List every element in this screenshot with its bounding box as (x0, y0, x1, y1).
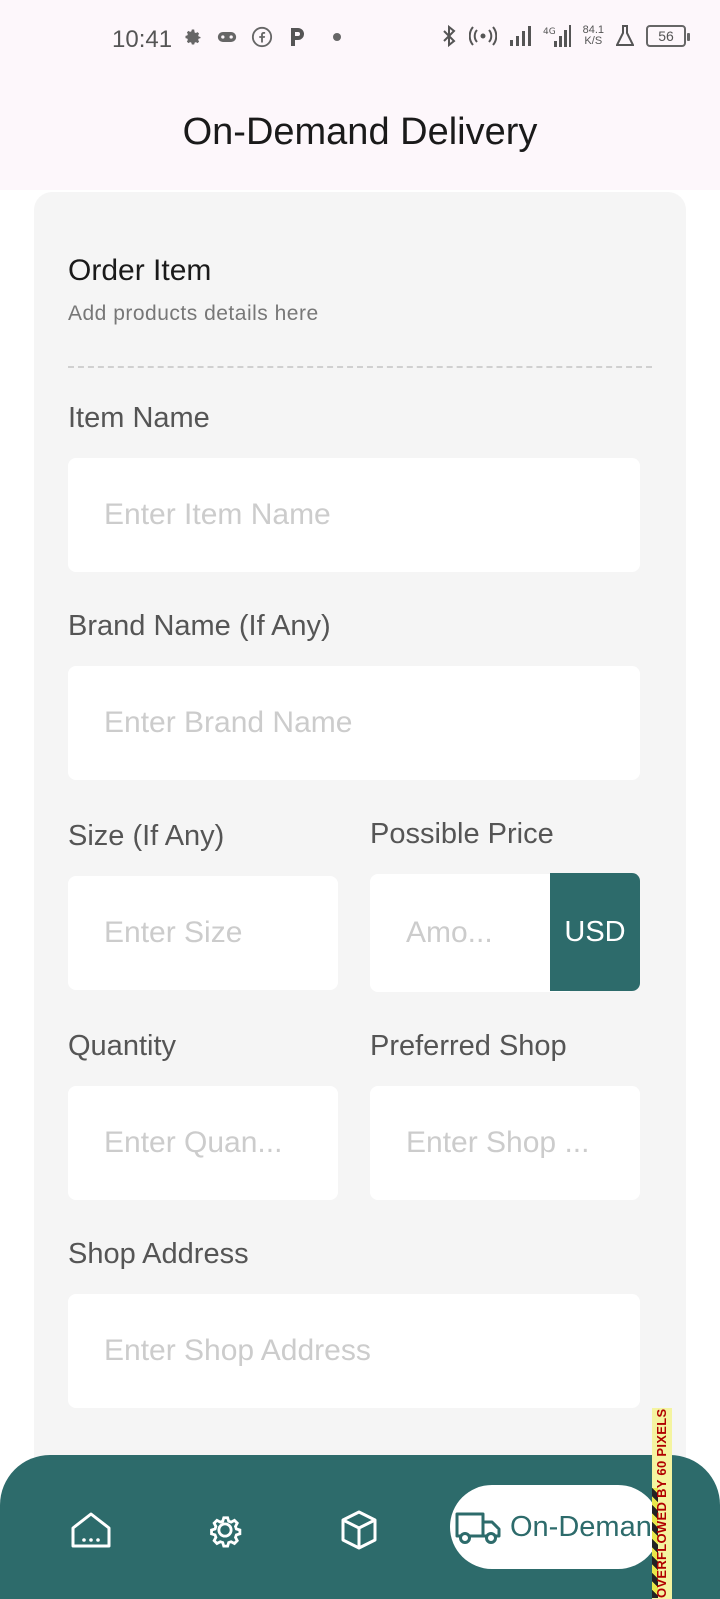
network-speed: 84.1 K/S (582, 24, 604, 47)
currency-usd-button[interactable]: USD (550, 873, 640, 991)
size-label: Size (If Any) (68, 820, 225, 852)
size-input[interactable]: Enter Size (68, 876, 338, 990)
truck-icon (454, 1508, 502, 1546)
status-right-icons: 4G 84.1 K/S 56 (441, 24, 690, 48)
facebook-icon (251, 26, 273, 48)
settings-icon[interactable] (202, 1507, 248, 1553)
quantity-input[interactable]: Enter Quan... (68, 1086, 338, 1200)
status-bar: 10:41 4G 84.1 K/S 56 (0, 0, 720, 80)
dot-icon (333, 33, 341, 41)
flask-icon (616, 25, 634, 47)
status-time: 10:41 (112, 26, 173, 53)
battery-level: 56 (658, 28, 674, 44)
price-label: Possible Price (370, 818, 554, 850)
preferred-shop-label: Preferred Shop (370, 1030, 567, 1062)
brand-name-label: Brand Name (If Any) (68, 610, 331, 642)
on-demand-tab-label: On-Deman (510, 1510, 652, 1543)
battery-icon: 56 (646, 25, 690, 47)
overflow-warning-text: OVERFLOWED BY 60 PIXELS (654, 1408, 669, 1598)
screen: 10:41 4G 84.1 K/S 56 On-Demand Delivery … (0, 0, 720, 1599)
hotspot-icon (468, 26, 497, 46)
section-title: Order Item (68, 254, 212, 287)
price-amount-input[interactable]: Amo... (370, 874, 570, 992)
bluetooth-icon (441, 24, 457, 48)
item-name-input[interactable]: Enter Item Name (68, 458, 640, 572)
gamepad-icon (217, 29, 237, 45)
status-left-icons (183, 26, 341, 48)
shop-address-label: Shop Address (68, 1238, 249, 1270)
4g-signal-icon: 4G (543, 25, 571, 47)
package-icon[interactable] (336, 1507, 382, 1553)
shop-address-input[interactable]: Enter Shop Address (68, 1294, 640, 1408)
gear-icon (183, 27, 203, 47)
dashed-divider (68, 366, 652, 368)
p-icon (287, 26, 307, 48)
app-bar: On-Demand Delivery (0, 80, 720, 190)
brand-name-input[interactable]: Enter Brand Name (68, 666, 640, 780)
section-subtitle: Add products details here (68, 302, 319, 325)
order-item-card: Order Item Add products details here Ite… (34, 192, 686, 1492)
home-icon[interactable] (68, 1507, 114, 1553)
page-title: On-Demand Delivery (182, 110, 538, 153)
preferred-shop-input[interactable]: Enter Shop ... (370, 1086, 640, 1200)
on-demand-tab[interactable]: On-Deman (450, 1485, 660, 1569)
bottom-nav: On-Deman (0, 1455, 720, 1599)
svg-text:4G: 4G (543, 27, 556, 37)
quantity-label: Quantity (68, 1030, 176, 1062)
item-name-label: Item Name (68, 402, 210, 434)
signal-icon (509, 26, 531, 46)
